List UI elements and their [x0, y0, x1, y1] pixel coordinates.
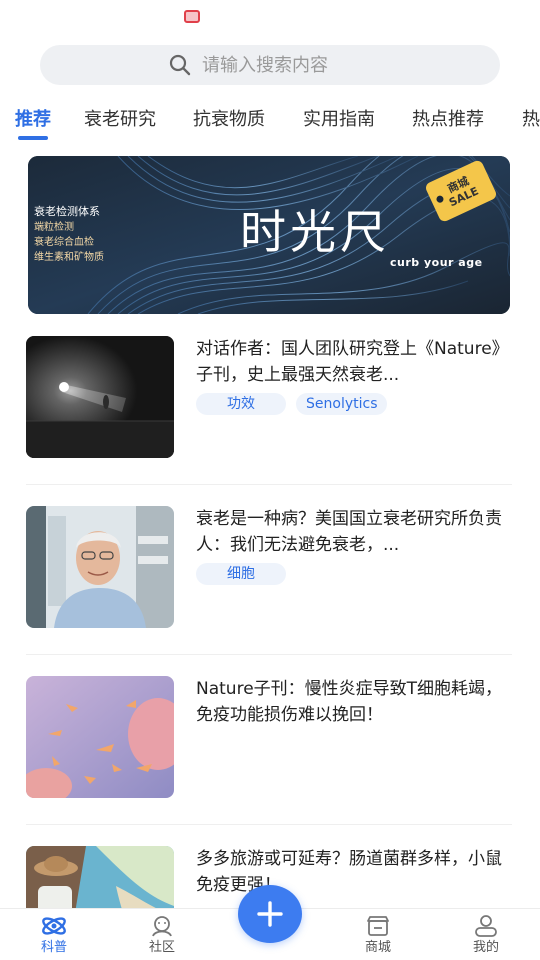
nav-profile[interactable]: 我的 — [456, 915, 516, 957]
nav-science[interactable]: 科普 — [24, 915, 84, 957]
active-tab-indicator — [18, 136, 48, 140]
nav-label: 科普 — [40, 940, 67, 955]
search-icon — [169, 54, 191, 76]
nav-community[interactable]: 社区 — [132, 915, 192, 957]
tag-hole — [435, 194, 445, 204]
banner-title: 时光尺 — [240, 205, 390, 259]
banner-list-item: 端粒检测 — [34, 222, 74, 233]
tab-recommend[interactable]: 推荐 — [15, 104, 51, 136]
plus-icon — [257, 901, 283, 927]
profile-icon — [475, 915, 497, 937]
article-thumbnail[interactable] — [26, 336, 174, 458]
search-bar[interactable] — [40, 45, 500, 85]
divider — [26, 484, 512, 485]
nav-label: 我的 — [472, 940, 499, 955]
tab-hot-picks[interactable]: 热点推荐 — [412, 104, 484, 136]
article-item[interactable]: Nature子刊：慢性炎症导致T细胞耗竭，免疫功能损伤难以挽回！ — [26, 676, 512, 798]
tab-aging-research[interactable]: 衰老研究 — [84, 104, 156, 136]
article-item[interactable]: 对话作者：国人团队研究登上《Nature》子刊，史上最强天然衰老... 功效 S… — [26, 336, 512, 458]
nav-store[interactable]: 商城 — [348, 915, 408, 957]
tab-hot-partial[interactable]: 热 — [522, 104, 540, 136]
article-tags: 功效 Senolytics — [196, 393, 388, 415]
nav-label: 社区 — [148, 940, 175, 955]
divider — [26, 654, 512, 655]
nav-label: 商城 — [364, 940, 391, 955]
promo-banner[interactable]: 衰老检测体系 端粒检测 衰老综合血检 维生素和矿物质 时光尺 curb your… — [28, 156, 510, 314]
article-tags: 细胞 — [196, 563, 286, 585]
tab-practical-guide[interactable]: 实用指南 — [303, 104, 375, 136]
article-thumbnail[interactable] — [26, 676, 174, 798]
banner-subtitle: curb your age — [390, 256, 483, 269]
banner-list-item: 维生素和矿物质 — [34, 252, 104, 263]
article-title[interactable]: 多多旅游或可延寿？肠道菌群多样，小鼠免疫更强！ — [196, 846, 512, 898]
community-icon — [152, 916, 172, 937]
banner-list-heading: 衰老检测体系 — [34, 205, 100, 218]
article-title[interactable]: 对话作者：国人团队研究登上《Nature》子刊，史上最强天然衰老... — [196, 336, 512, 388]
divider — [26, 824, 512, 825]
article-title[interactable]: 衰老是一种病？美国国立衰老研究所负责人：我们无法避免衰老，... — [196, 506, 512, 558]
tab-anti-aging-substances[interactable]: 抗衰物质 — [193, 104, 265, 136]
article-tag[interactable]: 细胞 — [196, 563, 286, 585]
store-icon — [367, 916, 389, 936]
create-post-button[interactable] — [238, 885, 302, 943]
science-icon — [42, 917, 66, 935]
banner-list-item: 衰老综合血检 — [34, 237, 94, 248]
article-tag[interactable]: Senolytics — [296, 393, 388, 415]
article-title[interactable]: Nature子刊：慢性炎症导致T细胞耗竭，免疫功能损伤难以挽回！ — [196, 676, 512, 728]
article-item[interactable]: 衰老是一种病？美国国立衰老研究所负责人：我们无法避免衰老，... 细胞 — [26, 506, 512, 628]
article-thumbnail[interactable] — [26, 506, 174, 628]
banner-feature-list: 衰老检测体系 端粒检测 衰老综合血检 维生素和矿物质 — [34, 204, 104, 265]
category-tabs: 推荐 衰老研究 抗衰物质 实用指南 热点推荐 热 — [0, 104, 540, 144]
notification-icon — [184, 10, 200, 23]
article-tag[interactable]: 功效 — [196, 393, 286, 415]
status-bar — [0, 0, 540, 36]
search-input[interactable] — [202, 54, 372, 76]
